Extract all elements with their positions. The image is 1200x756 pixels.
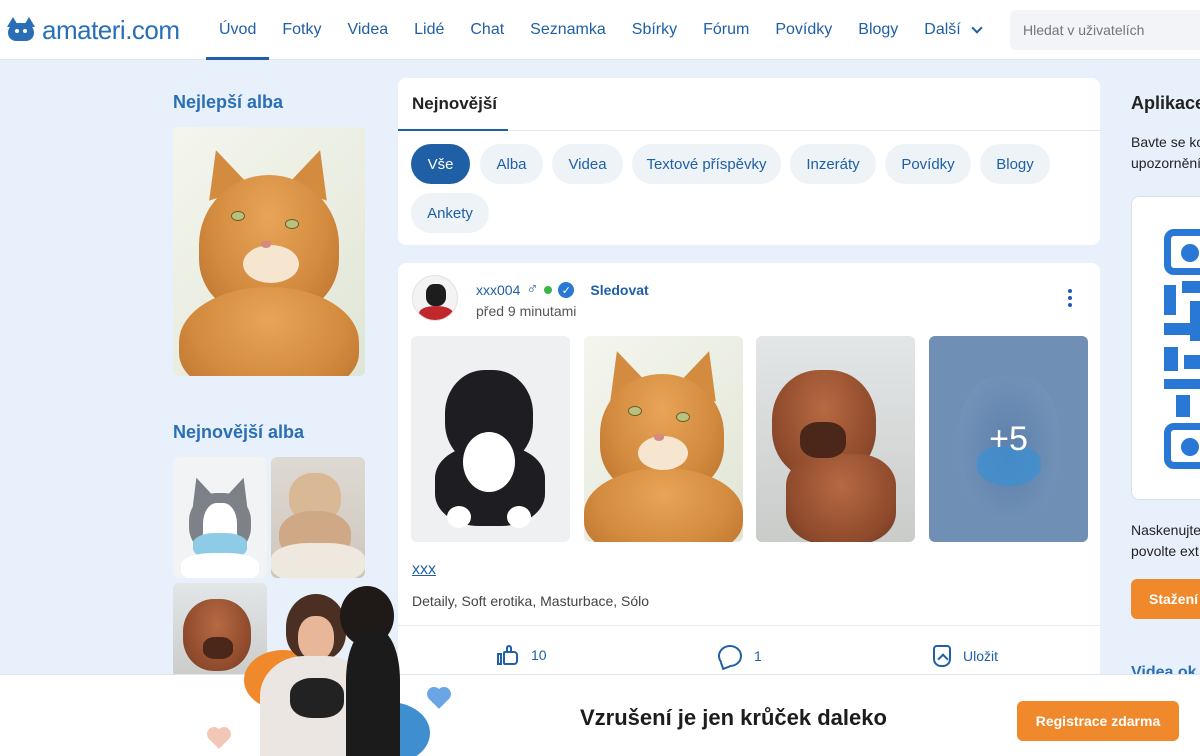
- banner-illustration: [200, 586, 449, 756]
- nav-item-forum[interactable]: Fórum: [690, 0, 762, 60]
- banner-headline: Vzrušení je jen krůček daleko: [580, 705, 887, 730]
- post-tags: Detaily, Soft erotika, Masturbace, Sólo: [412, 593, 650, 609]
- nav-item-seznamka[interactable]: Seznamka: [517, 0, 619, 60]
- nav-item-videa[interactable]: Videa: [334, 0, 401, 60]
- newest-album-thumbnail[interactable]: [173, 457, 267, 578]
- main-nav: Úvod Fotky Videa Lidé Chat Seznamka Sbír…: [206, 0, 994, 60]
- save-button[interactable]: Uložit: [933, 645, 998, 667]
- comment-icon: [718, 645, 742, 667]
- nav-item-chat[interactable]: Chat: [457, 0, 517, 60]
- nav-item-povidky[interactable]: Povídky: [762, 0, 845, 60]
- post-photo-more[interactable]: +5: [929, 336, 1088, 542]
- filter-chip-text-posts[interactable]: Textové příspěvky: [632, 144, 781, 184]
- filter-chip-stories[interactable]: Povídky: [885, 144, 971, 184]
- thumbs-up-icon: [497, 645, 519, 665]
- filter-chip-videos[interactable]: Videa: [552, 144, 623, 184]
- more-photos-count: +5: [989, 419, 1028, 458]
- post-photo[interactable]: [584, 336, 743, 542]
- online-status-icon: [544, 286, 553, 294]
- app-description-line: Bavte se ko: [1131, 134, 1200, 150]
- active-tab-indicator: [398, 129, 508, 131]
- app-section-title: Aplikace: [1131, 93, 1200, 113]
- filter-chip-all[interactable]: Vše: [411, 144, 470, 184]
- filter-chip-albums[interactable]: Alba: [480, 144, 543, 184]
- site-logo[interactable]: amateri.com: [6, 14, 180, 46]
- logo-text: amateri.com: [42, 14, 180, 45]
- post-author: xxx004 ♂ ✓ Sledovat: [476, 281, 649, 299]
- filter-chip-ads[interactable]: Inzeráty: [790, 144, 876, 184]
- filter-chip-blogs[interactable]: Blogy: [980, 144, 1050, 184]
- feed-post-card: xxx004 ♂ ✓ Sledovat před 9 minutami +5 x…: [398, 263, 1102, 683]
- download-app-button[interactable]: Stažení: [1131, 579, 1200, 619]
- post-title-link[interactable]: xxx: [412, 561, 436, 579]
- scan-instructions-line: Naskenujte: [1131, 522, 1200, 538]
- filter-chip-polls[interactable]: Ankety: [411, 193, 489, 233]
- post-divider: [398, 625, 1102, 626]
- newest-albums-title: Nejnovější alba: [173, 422, 305, 442]
- post-time: před 9 minutami: [476, 303, 577, 319]
- nav-item-dalsi-label: Další: [924, 21, 961, 38]
- feed-filter-card: Nejnovější Vše Alba Videa Textové příspě…: [398, 78, 1102, 245]
- comment-count: 1: [754, 648, 762, 664]
- nav-item-uvod[interactable]: Úvod: [206, 0, 270, 60]
- nav-item-dalsi[interactable]: Další: [911, 0, 993, 60]
- tab-newest[interactable]: Nejnovější: [412, 94, 497, 114]
- best-album-thumbnail[interactable]: [173, 127, 365, 376]
- app-qr-code[interactable]: [1131, 196, 1200, 500]
- nav-item-blogy[interactable]: Blogy: [845, 0, 911, 60]
- newest-album-thumbnail[interactable]: [271, 457, 365, 578]
- nav-item-sbirky[interactable]: Sbírky: [619, 0, 690, 60]
- top-navigation-bar: amateri.com Úvod Fotky Videa Lidé Chat S…: [0, 0, 1200, 60]
- verified-icon: ✓: [558, 282, 575, 298]
- like-count: 10: [531, 647, 547, 663]
- nav-item-fotky[interactable]: Fotky: [269, 0, 334, 60]
- bookmark-icon: [933, 645, 951, 667]
- post-photo[interactable]: [756, 336, 915, 542]
- more-options-icon[interactable]: [1068, 289, 1072, 307]
- heart-icon: [209, 729, 229, 749]
- registration-banner: Vzrušení je jen krůček daleko Registrace…: [0, 674, 1200, 756]
- avatar[interactable]: [412, 275, 458, 321]
- follow-button[interactable]: Sledovat: [590, 282, 648, 298]
- best-albums-title: Nejlepší alba: [173, 92, 284, 112]
- username-link[interactable]: xxx004: [476, 282, 520, 298]
- comment-button[interactable]: 1: [718, 645, 762, 667]
- post-photo[interactable]: [411, 336, 570, 542]
- app-description-line: upozornění: [1131, 155, 1200, 171]
- save-label: Uložit: [963, 648, 999, 664]
- male-icon: ♂: [526, 281, 539, 298]
- user-search-input[interactable]: [1010, 10, 1200, 50]
- scan-instructions-line: povolte ext: [1131, 543, 1199, 559]
- register-button[interactable]: Registrace zdarma: [1017, 701, 1179, 741]
- cat-logo-icon: [6, 17, 36, 43]
- nav-item-lide[interactable]: Lidé: [401, 0, 457, 60]
- chevron-down-icon: [971, 22, 983, 34]
- like-button[interactable]: 10: [497, 645, 547, 665]
